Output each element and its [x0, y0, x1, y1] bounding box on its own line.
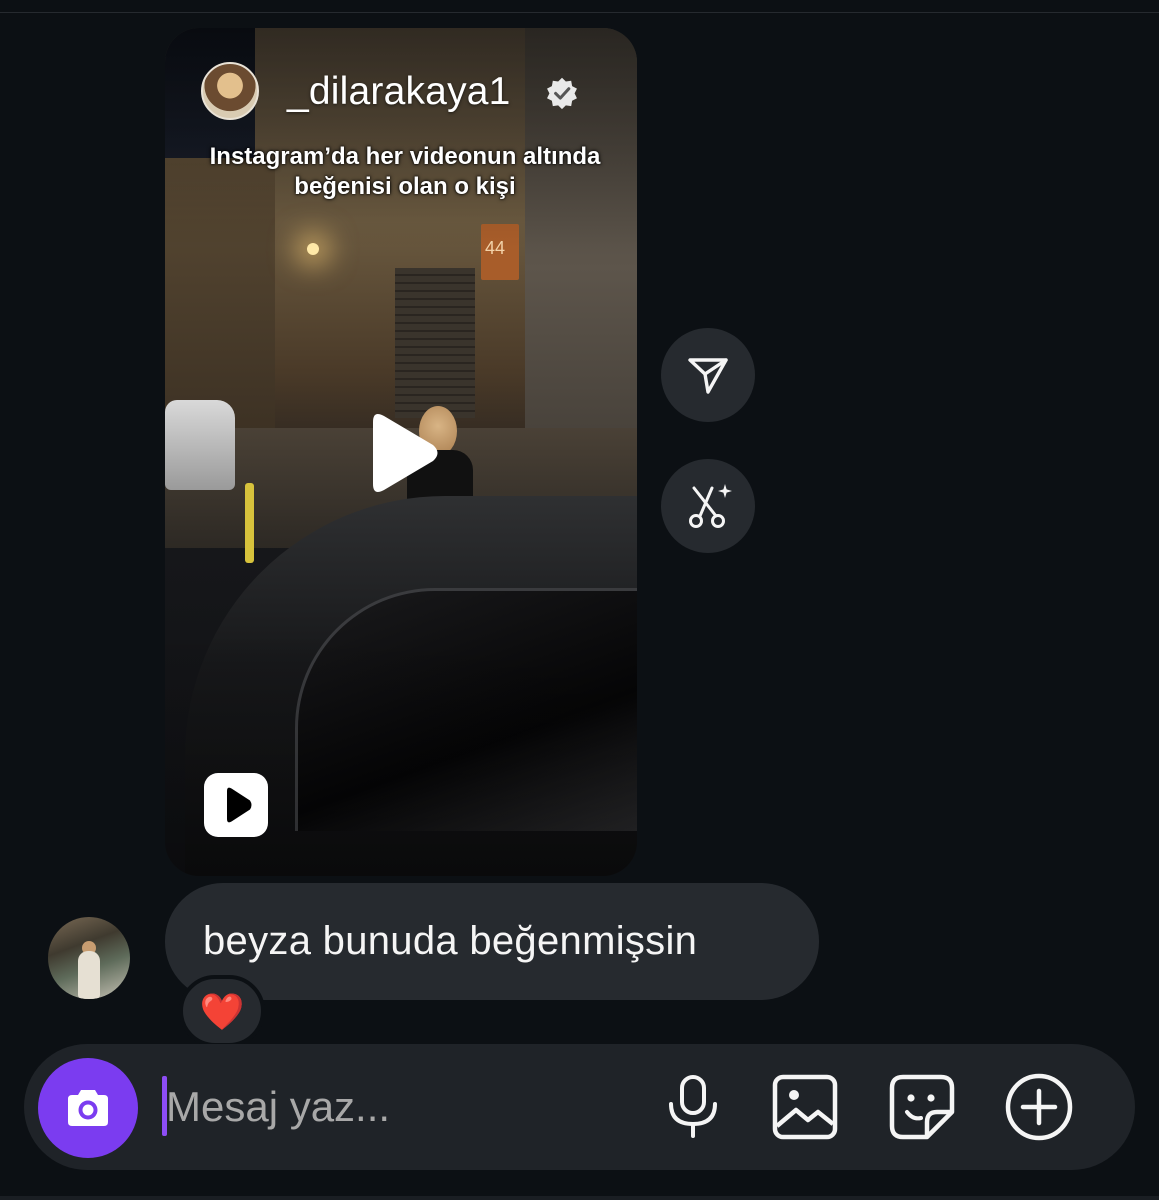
reel-author-avatar[interactable] [201, 62, 259, 120]
heart-reaction-emoji: ❤️ [199, 991, 245, 1032]
message-input[interactable] [166, 1072, 636, 1142]
share-button[interactable] [661, 328, 755, 422]
camera-icon [68, 1090, 108, 1126]
message-text: beyza bunuda beğenmişsin [203, 919, 698, 963]
bottom-edge [0, 1196, 1159, 1200]
reaction-badge[interactable]: ❤️ [179, 975, 265, 1047]
voice-message-button[interactable] [658, 1072, 728, 1142]
microphone-icon [669, 1075, 717, 1138]
camera-button[interactable] [38, 1058, 138, 1158]
sender-avatar[interactable] [48, 917, 130, 999]
reel-caption-text: Instagram’da her videonun altında beğeni… [209, 143, 601, 200]
message-bubble[interactable]: beyza bunuda beğenmişsin [165, 883, 819, 1000]
shared-reel-card[interactable]: 44 _dilarakaya1 Instagram’da her videonu… [165, 28, 637, 876]
gallery-button[interactable] [770, 1072, 840, 1142]
image-gallery-icon [772, 1074, 838, 1140]
sticker-button[interactable] [887, 1072, 957, 1142]
reels-icon [204, 773, 268, 837]
top-divider [0, 0, 1159, 13]
reel-author-username[interactable]: _dilarakaya1 [287, 70, 511, 114]
more-options-button[interactable] [1004, 1072, 1074, 1142]
plus-circle-icon [1005, 1073, 1073, 1141]
play-icon[interactable] [363, 408, 443, 498]
sticker-icon [889, 1074, 955, 1140]
message-composer [24, 1044, 1135, 1170]
paper-plane-icon [688, 358, 728, 394]
remix-button[interactable] [661, 459, 755, 553]
remix-sparkle-icon [689, 484, 732, 528]
verified-badge-icon [547, 77, 577, 110]
